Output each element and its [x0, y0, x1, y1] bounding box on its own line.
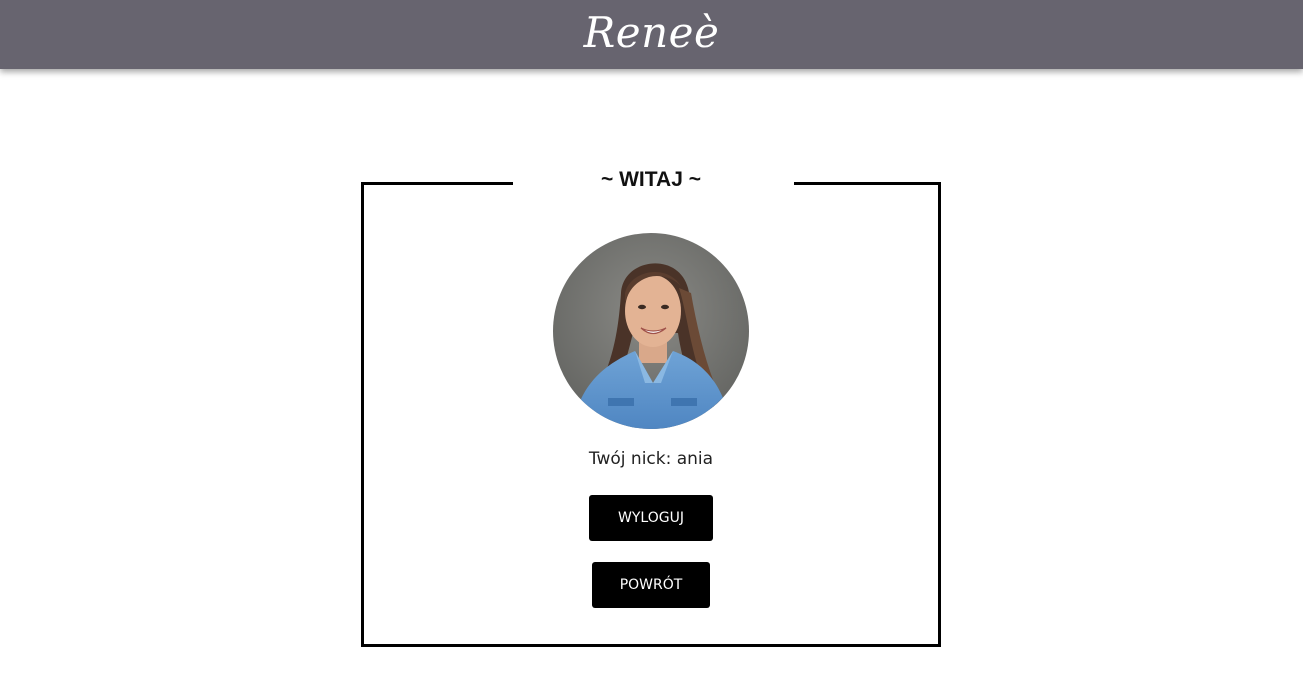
welcome-panel: ~ WITAJ ~ Twój nick: ania WYLOGUJ POWRÓT — [361, 168, 941, 647]
back-button[interactable]: POWRÓT — [592, 562, 710, 608]
avatar — [553, 233, 749, 429]
logout-button[interactable]: WYLOGUJ — [589, 495, 713, 541]
site-logo[interactable]: Reneè — [0, 0, 1303, 69]
nick-label: Twój nick: ania — [588, 449, 714, 469]
avatar-photo — [553, 233, 749, 429]
top-header: Reneè — [0, 0, 1303, 69]
panel-title: ~ WITAJ ~ — [601, 168, 701, 191]
